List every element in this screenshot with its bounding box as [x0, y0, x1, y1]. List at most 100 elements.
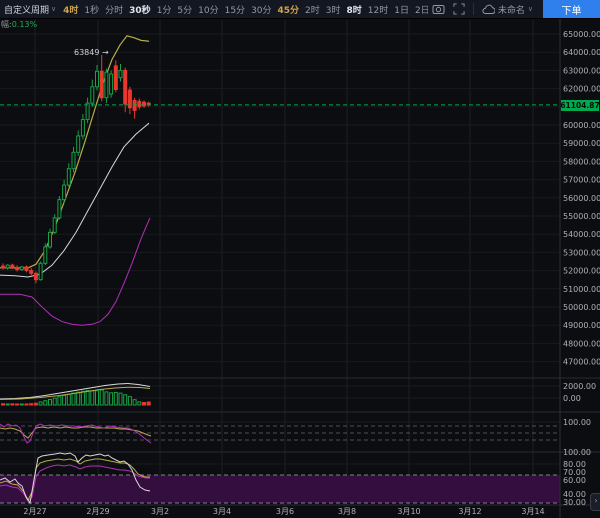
- price-axis-label: 64000.00: [563, 48, 600, 57]
- candle-body: [133, 100, 136, 110]
- period-button[interactable]: 分时: [102, 3, 126, 16]
- volume-bar: [91, 391, 94, 405]
- candle-body: [138, 101, 141, 106]
- candle-body: [30, 271, 33, 274]
- volume-bar: [143, 403, 146, 405]
- volume-bar: [25, 404, 28, 405]
- candle-body: [105, 72, 108, 97]
- time-axis-label: 2月27: [23, 507, 46, 516]
- price-axis-label: 56000.00: [563, 194, 600, 203]
- volume-bar: [58, 397, 61, 405]
- chevron-down-icon: ∨: [528, 5, 533, 13]
- candle-body: [16, 267, 19, 269]
- price-axis-label: 63000.00: [563, 66, 600, 75]
- custom-period-label: 自定义周期: [4, 3, 49, 16]
- indicator-axis-label: 100.00: [563, 418, 591, 427]
- custom-period-menu[interactable]: 自定义周期 ∨: [0, 3, 60, 16]
- volume-bar: [86, 391, 89, 405]
- period-button[interactable]: 10分: [195, 3, 221, 16]
- period-toolbar: 自定义周期 ∨ 4时1秒分时30秒1分5分10分15分30分45分2时3时8时1…: [0, 3, 428, 16]
- period-button[interactable]: 12时: [365, 3, 391, 16]
- period-button[interactable]: 2日: [412, 3, 428, 16]
- volume-bar: [147, 402, 150, 405]
- period-button[interactable]: 3时: [323, 3, 344, 16]
- volume-bar: [11, 404, 14, 405]
- time-axis-label: 3月2: [151, 507, 169, 516]
- candle-body: [96, 71, 99, 86]
- period-button[interactable]: 1分: [154, 3, 175, 16]
- candle-body: [11, 265, 14, 267]
- change-label: 幅:: [1, 20, 12, 29]
- price-axis-label: 59000.00: [563, 139, 600, 148]
- toolbar-divider: [473, 3, 474, 15]
- candle-body: [72, 152, 75, 168]
- camera-icon[interactable]: [428, 3, 449, 15]
- price-axis-label: 62000.00: [563, 85, 600, 94]
- oscillator-axis-label: 60.00: [563, 476, 586, 485]
- volume-bar: [53, 398, 56, 405]
- period-button[interactable]: 4时: [60, 3, 81, 16]
- candle-body: [110, 74, 113, 94]
- volume-bar: [128, 397, 131, 405]
- price-axis-label: 52000.00: [563, 267, 600, 276]
- period-button[interactable]: 15分: [222, 3, 248, 16]
- volume-bar: [16, 404, 19, 405]
- volume-bar: [44, 401, 47, 405]
- price-axis-label: 55000.00: [563, 212, 600, 221]
- period-buttons: 4时1秒分时30秒1分5分10分15分30分45分2时3时8时12时1日2日3日…: [60, 3, 428, 16]
- fullscreen-icon[interactable]: [449, 3, 469, 15]
- oscillator-band: [0, 475, 560, 503]
- volume-bar: [114, 392, 117, 405]
- period-button[interactable]: 5分: [174, 3, 195, 16]
- period-button[interactable]: 45分: [275, 3, 303, 16]
- volume-bar: [34, 403, 37, 405]
- candle-body: [6, 265, 9, 268]
- period-button[interactable]: 30分: [248, 3, 274, 16]
- volume-bar: [124, 395, 127, 405]
- price-axis-label: 60000.00: [563, 121, 600, 130]
- volume-bar: [39, 402, 42, 405]
- volume-bar: [110, 393, 113, 405]
- volume-bar: [6, 404, 9, 405]
- period-button[interactable]: 30秒: [126, 3, 154, 16]
- change-value: 0.13%: [12, 20, 37, 29]
- price-axis-label: 65000.00: [563, 30, 600, 39]
- place-order-button[interactable]: 下单: [543, 0, 600, 18]
- time-axis-label: 2月29: [86, 507, 109, 516]
- period-button[interactable]: 2时: [302, 3, 323, 16]
- ma-white-line: [0, 123, 149, 277]
- volume-bar: [119, 393, 122, 405]
- panel-expand-handle[interactable]: ›: [590, 493, 600, 511]
- chevron-down-icon: ∨: [51, 5, 56, 13]
- oscillator-axis-label: 100.00: [563, 448, 591, 457]
- candle-body: [63, 185, 66, 200]
- price-axis-label: 53000.00: [563, 248, 600, 257]
- price-axis-label: 50000.00: [563, 303, 600, 312]
- candle-body: [119, 70, 122, 77]
- layout-menu[interactable]: 未命名 ∨: [478, 3, 537, 16]
- time-axis-label: 3月12: [458, 507, 481, 516]
- volume-bar: [63, 396, 66, 406]
- period-button[interactable]: 1秒: [81, 3, 102, 16]
- top-toolbar: 自定义周期 ∨ 4时1秒分时30秒1分5分10分15分30分45分2时3时8时1…: [0, 0, 600, 19]
- price-axis-label: 49000.00: [563, 321, 600, 330]
- candle-body: [81, 120, 84, 136]
- candle-body: [100, 71, 103, 97]
- period-button[interactable]: 1日: [391, 3, 412, 16]
- trading-app-window: 65000.00 64000.00 63000.00 62000.00 60000.00…: [0, 0, 600, 518]
- candle-body: [67, 169, 70, 185]
- time-axis-label: 3月14: [521, 507, 544, 516]
- oscillator-axis-label: 30.00: [563, 498, 586, 507]
- candle-body: [39, 263, 42, 279]
- volume-bar: [2, 404, 5, 405]
- volume-axis-label: 2000.00: [563, 382, 596, 391]
- period-button[interactable]: 8时: [344, 3, 365, 16]
- layout-name: 未命名: [498, 3, 525, 16]
- volume-bar: [133, 400, 136, 405]
- candle-body: [44, 247, 47, 263]
- volume-bar: [67, 394, 70, 405]
- volume-bar: [20, 404, 23, 405]
- cloud-icon: [482, 4, 495, 15]
- time-axis-label: 3月6: [276, 507, 294, 516]
- volume-bar: [105, 392, 108, 405]
